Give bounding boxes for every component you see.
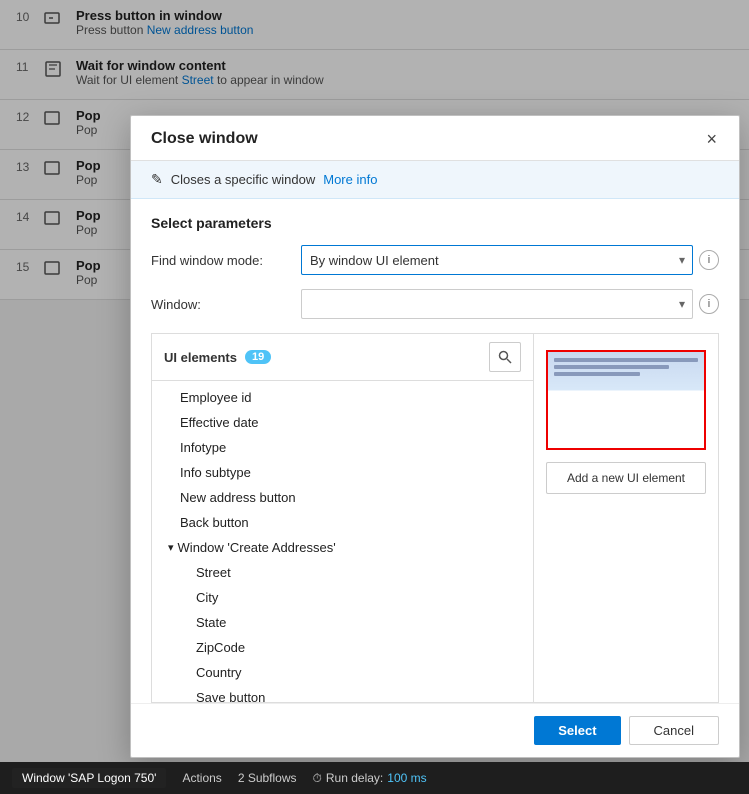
preview-line-2	[554, 365, 669, 369]
window-select[interactable]	[301, 289, 693, 319]
bottom-bar-tooltip: Window 'SAP Logon 750'	[12, 768, 166, 788]
modal-title: Close window	[151, 130, 258, 148]
bottom-bar-subflows: 2 Subflows	[238, 771, 297, 785]
more-info-link[interactable]: More info	[323, 172, 377, 187]
tree-group-create-addresses[interactable]: ▾ Window 'Create Addresses'	[152, 535, 533, 560]
preview-image-inner	[548, 352, 704, 448]
run-delay-value[interactable]: 100 ms	[387, 771, 426, 785]
bottom-bar-actions: Actions	[182, 771, 221, 785]
preview-line-1	[554, 358, 698, 362]
window-select-wrapper[interactable]: ▾	[301, 289, 693, 319]
left-panel: UI elements 19 Employee id Effective dat…	[152, 334, 534, 702]
bottom-bar: Window 'SAP Logon 750' Actions 2 Subflow…	[0, 762, 749, 794]
tree-item-new-address-button[interactable]: New address button	[152, 485, 533, 510]
cancel-button[interactable]: Cancel	[629, 716, 719, 745]
right-panel: Add a new UI element	[534, 334, 718, 702]
window-row: Window: ▾ i	[151, 289, 719, 319]
tree-item-infotype[interactable]: Infotype	[152, 435, 533, 460]
tree-sub-item-city[interactable]: City	[152, 585, 533, 610]
clock-icon: ⏱	[313, 771, 322, 786]
ui-elements-panel: UI elements 19 Employee id Effective dat…	[151, 333, 719, 703]
ui-elements-label: UI elements	[164, 350, 237, 365]
add-ui-element-button[interactable]: Add a new UI element	[546, 462, 706, 494]
info-text: Closes a specific window	[171, 172, 316, 187]
section-title: Select parameters	[151, 215, 719, 231]
tree-sub-item-street[interactable]: Street	[152, 560, 533, 585]
left-panel-header: UI elements 19	[152, 334, 533, 381]
close-window-modal: Close window × ✎ Closes a specific windo…	[130, 115, 740, 758]
modal-footer: Select Cancel	[131, 703, 739, 757]
window-label: Window:	[151, 297, 301, 312]
find-mode-select[interactable]: By window UI elementBy titleBy handle	[301, 245, 693, 275]
tree-item-back-button[interactable]: Back button	[152, 510, 533, 535]
pencil-icon: ✎	[151, 171, 163, 188]
modal-close-button[interactable]: ×	[700, 128, 723, 150]
ui-elements-badge: 19	[245, 350, 271, 364]
window-control: ▾ i	[301, 289, 719, 319]
preview-lines	[554, 358, 698, 379]
tree-sub-item-save-button[interactable]: Save button	[152, 685, 533, 702]
find-mode-control: By window UI elementBy titleBy handle ▾ …	[301, 245, 719, 275]
preview-line-3	[554, 372, 640, 376]
window-info-icon[interactable]: i	[699, 294, 719, 314]
modal-body: Select parameters Find window mode: By w…	[131, 199, 739, 703]
tree-item-effective-date[interactable]: Effective date	[152, 410, 533, 435]
find-mode-info-icon[interactable]: i	[699, 250, 719, 270]
select-button[interactable]: Select	[534, 716, 620, 745]
tree-list: Employee id Effective date Infotype Info…	[152, 381, 533, 702]
tree-sub-item-zipcode[interactable]: ZipCode	[152, 635, 533, 660]
tree-item-employee-id[interactable]: Employee id	[152, 385, 533, 410]
find-mode-label: Find window mode:	[151, 253, 301, 268]
bottom-bar-run-delay: ⏱ Run delay: 100 ms	[313, 771, 427, 786]
window-preview	[546, 350, 706, 450]
modal-info-bar: ✎ Closes a specific window More info	[131, 161, 739, 199]
find-mode-select-wrapper[interactable]: By window UI elementBy titleBy handle ▾	[301, 245, 693, 275]
search-button[interactable]	[489, 342, 521, 372]
chevron-down-icon: ▾	[168, 541, 174, 554]
tree-sub-item-country[interactable]: Country	[152, 660, 533, 685]
modal-header: Close window ×	[131, 116, 739, 161]
find-mode-row: Find window mode: By window UI elementBy…	[151, 245, 719, 275]
tree-item-info-subtype[interactable]: Info subtype	[152, 460, 533, 485]
tree-sub-item-state[interactable]: State	[152, 610, 533, 635]
